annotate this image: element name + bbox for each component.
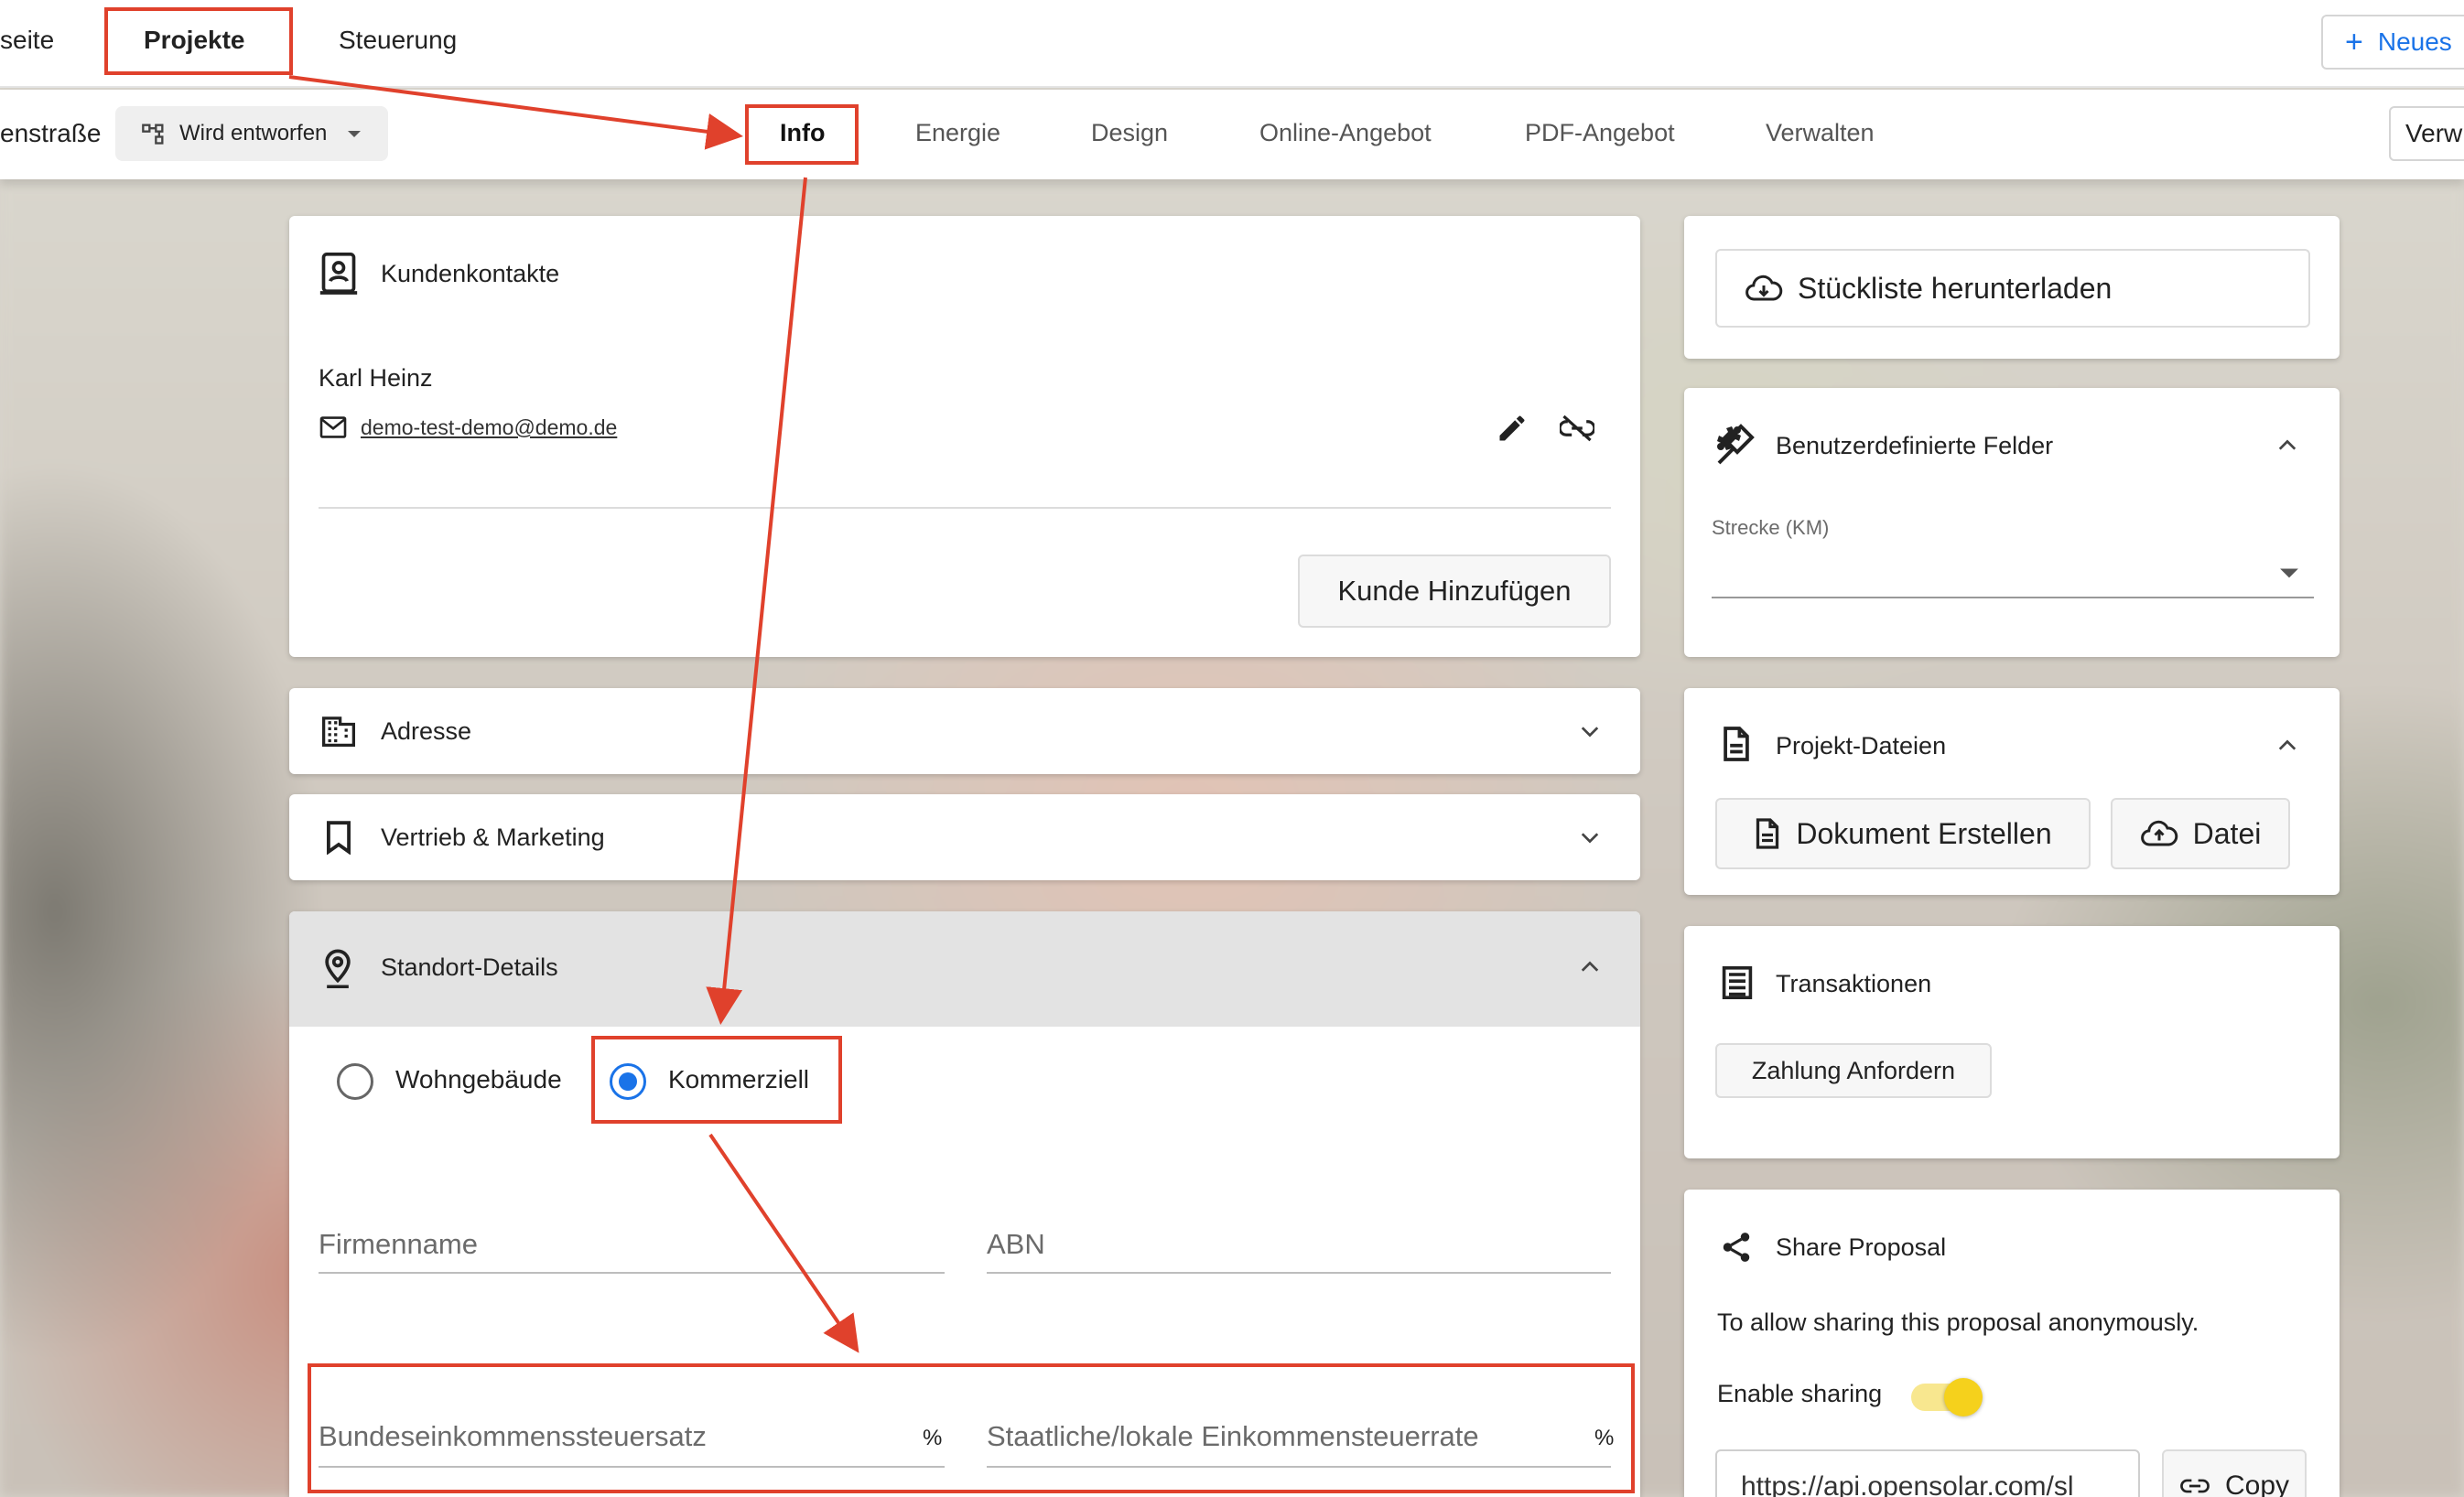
share-proposal-card: Share Proposal To allow sharing this pro… bbox=[1684, 1190, 2340, 1497]
radio-commercial-dot bbox=[619, 1072, 637, 1091]
abn-field-label[interactable]: ABN bbox=[987, 1228, 1045, 1261]
custom-fields-title: Benutzerdefinierte Felder bbox=[1776, 432, 2054, 459]
download-bom-button[interactable]: Stückliste herunterladen bbox=[1715, 249, 2310, 328]
federal-tax-field-label[interactable]: Bundeseinkommenssteuersatz bbox=[319, 1420, 707, 1453]
tab-energy[interactable]: Energie bbox=[915, 119, 1000, 147]
tab-manage[interactable]: Verwalten bbox=[1766, 119, 1875, 147]
distance-field-label: Strecke (KM) bbox=[1712, 516, 1830, 539]
plus-icon: + bbox=[2345, 25, 2363, 59]
edit-pencil-icon[interactable] bbox=[1496, 412, 1529, 445]
state-tax-input[interactable] bbox=[987, 1466, 1611, 1468]
address-card[interactable]: Adresse bbox=[289, 688, 1640, 774]
distance-select[interactable] bbox=[1712, 597, 2314, 598]
unlink-icon[interactable] bbox=[1560, 414, 1594, 443]
radio-residential[interactable] bbox=[337, 1063, 373, 1100]
site-details-header[interactable]: Standort-Details bbox=[289, 911, 1640, 1027]
link-icon bbox=[2180, 1479, 2210, 1493]
tab-pdf-offer[interactable]: PDF-Angebot bbox=[1525, 119, 1675, 147]
transactions-card: Transaktionen Zahlung Anfordern bbox=[1684, 926, 2340, 1158]
caret-down-icon bbox=[348, 131, 362, 137]
state-tax-field-label[interactable]: Staatliche/lokale Einkommensteuerrate bbox=[987, 1420, 1479, 1453]
custom-fields-card: Benutzerdefinierte Felder Strecke (KM) bbox=[1684, 388, 2340, 657]
sales-marketing-title: Vertrieb & Marketing bbox=[381, 824, 605, 851]
custom-fields-icon bbox=[1717, 424, 1755, 465]
receipt-icon bbox=[1722, 966, 1753, 999]
chevron-up-icon[interactable] bbox=[2277, 736, 2297, 756]
caret-down-icon[interactable] bbox=[2279, 567, 2299, 580]
share-url-value: https://api.opensolar.com/sl bbox=[1741, 1471, 2074, 1497]
nav-item-control[interactable]: Steuerung bbox=[339, 26, 457, 55]
location-pin-icon bbox=[325, 949, 351, 988]
create-document-label: Dokument Erstellen bbox=[1796, 816, 2052, 850]
new-button-label: Neues bbox=[2377, 27, 2452, 56]
chevron-up-icon[interactable] bbox=[2277, 436, 2297, 456]
chevron-down-icon[interactable] bbox=[1580, 721, 1600, 741]
customer-contacts-title: Kundenkontakte bbox=[381, 260, 560, 287]
share-icon bbox=[1723, 1233, 1750, 1262]
add-customer-button-label: Kunde Hinzufügen bbox=[1337, 575, 1572, 607]
workflow-icon bbox=[142, 124, 164, 145]
mail-icon bbox=[319, 416, 347, 438]
nav-item-home[interactable]: seite bbox=[0, 26, 54, 55]
tab-design[interactable]: Design bbox=[1091, 119, 1168, 147]
request-payment-label: Zahlung Anfordern bbox=[1751, 1056, 1956, 1084]
building-icon bbox=[322, 716, 355, 747]
manage-button[interactable]: Verw bbox=[2389, 106, 2464, 161]
company-name-input[interactable] bbox=[319, 1272, 945, 1274]
project-name: enstraße bbox=[0, 119, 102, 147]
address-title: Adresse bbox=[381, 717, 472, 745]
download-bom-label: Stückliste herunterladen bbox=[1798, 271, 2113, 305]
radio-residential-label: Wohngebäude bbox=[395, 1065, 562, 1093]
status-label: Wird entworfen bbox=[179, 121, 328, 145]
chevron-up-icon[interactable] bbox=[1580, 957, 1600, 977]
copy-url-button[interactable]: Copy bbox=[2162, 1449, 2307, 1497]
document-icon bbox=[1724, 727, 1749, 761]
project-files-card: Projekt-Dateien Dokument Erstellen Datei bbox=[1684, 688, 2340, 895]
abn-input[interactable] bbox=[987, 1272, 1611, 1274]
manage-button-label: Verw bbox=[2405, 119, 2463, 147]
transactions-title: Transaktionen bbox=[1776, 970, 1932, 997]
request-payment-button[interactable]: Zahlung Anfordern bbox=[1715, 1043, 1992, 1098]
enable-sharing-toggle[interactable] bbox=[1911, 1378, 1983, 1416]
document-icon bbox=[1756, 818, 1779, 849]
new-button[interactable]: + Neues bbox=[2321, 15, 2464, 70]
add-customer-button[interactable]: Kunde Hinzufügen bbox=[1298, 555, 1611, 628]
radio-commercial[interactable] bbox=[610, 1063, 646, 1100]
sales-marketing-card[interactable]: Vertrieb & Marketing bbox=[289, 794, 1640, 880]
bookmark-icon bbox=[327, 821, 351, 855]
state-tax-percent: % bbox=[1594, 1426, 1615, 1450]
toggle-knob bbox=[1944, 1378, 1983, 1416]
contact-card-icon bbox=[319, 253, 358, 295]
customer-contacts-card: Kundenkontakte Karl Heinz demo-test-demo… bbox=[289, 216, 1640, 657]
cloud-download-icon bbox=[1745, 275, 1783, 301]
upload-file-label: Datei bbox=[2192, 816, 2262, 850]
contact-name: Karl Heinz bbox=[319, 364, 433, 392]
project-status-dropdown[interactable]: Wird entworfen bbox=[115, 106, 388, 161]
enable-sharing-label: Enable sharing bbox=[1717, 1380, 1883, 1407]
tab-online-offer[interactable]: Online-Angebot bbox=[1259, 119, 1432, 147]
upload-file-button[interactable]: Datei bbox=[2111, 798, 2290, 869]
tab-info[interactable]: Info bbox=[780, 119, 825, 147]
cloud-upload-icon bbox=[2140, 820, 2178, 846]
share-url-field[interactable]: https://api.opensolar.com/sl bbox=[1715, 1449, 2140, 1497]
site-details-title: Standort-Details bbox=[381, 953, 558, 981]
top-navigation-bar: seite Projekte Steuerung + Neues bbox=[0, 0, 2464, 88]
site-details-card: Standort-Details Wohngebäude Kommerziell… bbox=[289, 911, 1640, 1497]
federal-tax-input[interactable] bbox=[319, 1466, 945, 1468]
contact-divider bbox=[319, 507, 1611, 509]
project-files-title: Projekt-Dateien bbox=[1776, 732, 1947, 759]
share-proposal-title: Share Proposal bbox=[1776, 1233, 1947, 1261]
share-proposal-description: To allow sharing this proposal anonymous… bbox=[1717, 1309, 2199, 1336]
bom-card: Stückliste herunterladen bbox=[1684, 216, 2340, 359]
federal-tax-percent: % bbox=[923, 1426, 943, 1450]
radio-commercial-label: Kommerziell bbox=[668, 1065, 810, 1093]
company-name-field-label[interactable]: Firmenname bbox=[319, 1228, 478, 1261]
chevron-down-icon[interactable] bbox=[1580, 827, 1600, 847]
contact-email-link[interactable]: demo-test-demo@demo.de bbox=[361, 415, 617, 440]
create-document-button[interactable]: Dokument Erstellen bbox=[1715, 798, 2091, 869]
nav-item-projects[interactable]: Projekte bbox=[144, 26, 245, 55]
copy-url-label: Copy bbox=[2224, 1470, 2290, 1497]
